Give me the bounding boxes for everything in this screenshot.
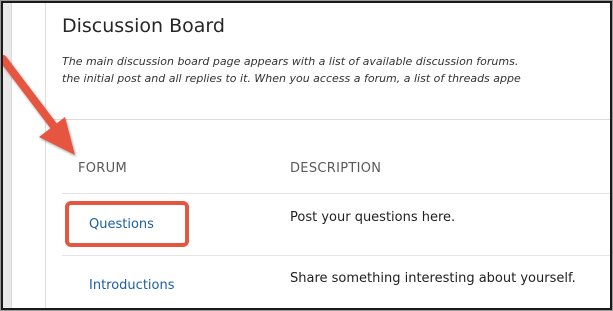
intro-line-1: The main discussion board page appears w… <box>62 55 519 68</box>
forum-link-questions[interactable]: Questions <box>89 217 154 232</box>
column-header-forum[interactable]: FORUM <box>78 161 127 176</box>
forum-description-introductions: Share something interesting about yourse… <box>290 271 576 286</box>
screenshot-frame: Discussion Board The main discussion boa… <box>0 0 613 311</box>
section-divider <box>46 119 612 120</box>
intro-line-2: the initial post and all replies to it. … <box>62 72 521 85</box>
table-row-divider <box>62 255 612 256</box>
page-title: Discussion Board <box>62 15 225 37</box>
intro-text: The main discussion board page appears w… <box>62 53 612 87</box>
left-page-strip <box>1 1 12 310</box>
table-header-divider <box>62 193 612 194</box>
forum-link-introductions[interactable]: Introductions <box>89 278 175 293</box>
forum-description-questions: Post your questions here. <box>290 210 456 225</box>
discussion-board-panel: Discussion Board The main discussion boa… <box>45 1 612 310</box>
column-header-description[interactable]: DESCRIPTION <box>290 161 381 176</box>
